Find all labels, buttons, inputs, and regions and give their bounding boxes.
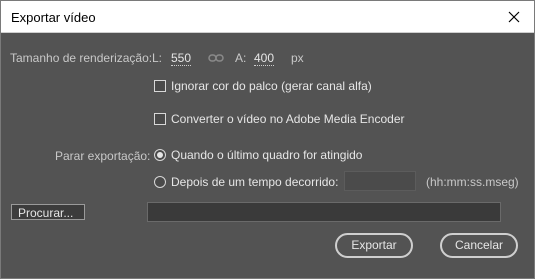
- export-path-input[interactable]: [147, 202, 501, 222]
- browse-button[interactable]: Procurar...: [11, 204, 85, 220]
- convert-media-encoder-checkbox[interactable]: [154, 113, 166, 125]
- width-label: L:: [152, 51, 163, 65]
- ignore-stage-color-label: Ignorar cor do palco (gerar canal alfa): [171, 79, 372, 93]
- height-value[interactable]: 400: [254, 51, 275, 66]
- width-value[interactable]: 550: [171, 51, 192, 66]
- last-frame-label: Quando o último quadro for atingido: [171, 148, 363, 162]
- elapsed-time-input[interactable]: [344, 171, 416, 191]
- dialog-title: Exportar vídeo: [11, 10, 96, 25]
- elapsed-time-radio[interactable]: [154, 176, 166, 188]
- last-frame-radio[interactable]: [154, 149, 166, 161]
- render-size-label: Tamanho de renderização:: [10, 51, 153, 65]
- close-button[interactable]: [494, 1, 534, 32]
- cancel-button[interactable]: Cancelar: [440, 233, 518, 258]
- time-format-hint: (hh:mm:ss.mseg): [426, 175, 519, 189]
- unit-label: px: [291, 51, 304, 65]
- link-icon[interactable]: [208, 53, 224, 63]
- height-label: A:: [235, 51, 247, 65]
- export-video-dialog: Exportar vídeo Tamanho de renderização: …: [0, 0, 535, 279]
- elapsed-time-label: Depois de um tempo decorrido:: [171, 175, 339, 189]
- close-icon: [508, 11, 520, 22]
- export-button[interactable]: Exportar: [335, 233, 413, 258]
- ignore-stage-color-checkbox[interactable]: [154, 80, 166, 92]
- title-bar: Exportar vídeo: [1, 1, 534, 33]
- convert-media-encoder-label: Converter o vídeo no Adobe Media Encoder: [171, 112, 405, 126]
- stop-export-label: Parar exportação:: [55, 149, 151, 163]
